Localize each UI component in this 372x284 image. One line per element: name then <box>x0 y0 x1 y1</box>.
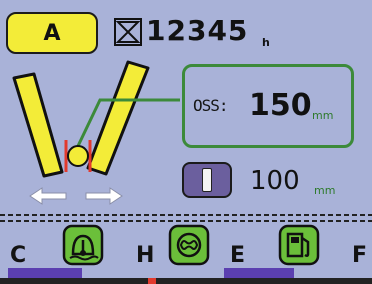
gear-unit: mm <box>314 184 336 197</box>
fuel-pump-icon <box>278 224 320 266</box>
gear-bar-icon <box>202 168 212 192</box>
coolant-hot-zone <box>148 278 156 284</box>
coolant-hot-label: H <box>136 243 155 268</box>
fuel-full-label: F <box>352 243 368 268</box>
gear-value: 100 <box>250 166 300 196</box>
coolant-temperature-icon <box>62 224 104 266</box>
left-arrow-icon <box>29 187 67 205</box>
fuel-level-bar <box>224 268 294 278</box>
fuel-empty-label: E <box>230 243 246 268</box>
coolant-cold-label: C <box>10 243 27 268</box>
hourglass-icon <box>114 18 142 46</box>
hour-meter-unit: h <box>262 36 270 49</box>
gauge-track <box>0 278 372 284</box>
oss-value: 150 <box>249 88 312 123</box>
dashboard-screen: A 12345 h OSS: 150 mm 100 mm C H E F <box>0 0 372 284</box>
oss-label: OSS: <box>193 96 229 115</box>
coolant-level-bar <box>8 268 82 278</box>
right-arrow-icon <box>85 187 123 205</box>
section-divider <box>0 214 372 222</box>
work-mode-badge[interactable]: A <box>6 12 98 54</box>
oss-unit: mm <box>312 109 334 122</box>
glow-plug-icon <box>168 224 210 266</box>
hour-meter-value: 12345 <box>146 14 249 47</box>
gear-indicator-button[interactable] <box>182 162 232 198</box>
